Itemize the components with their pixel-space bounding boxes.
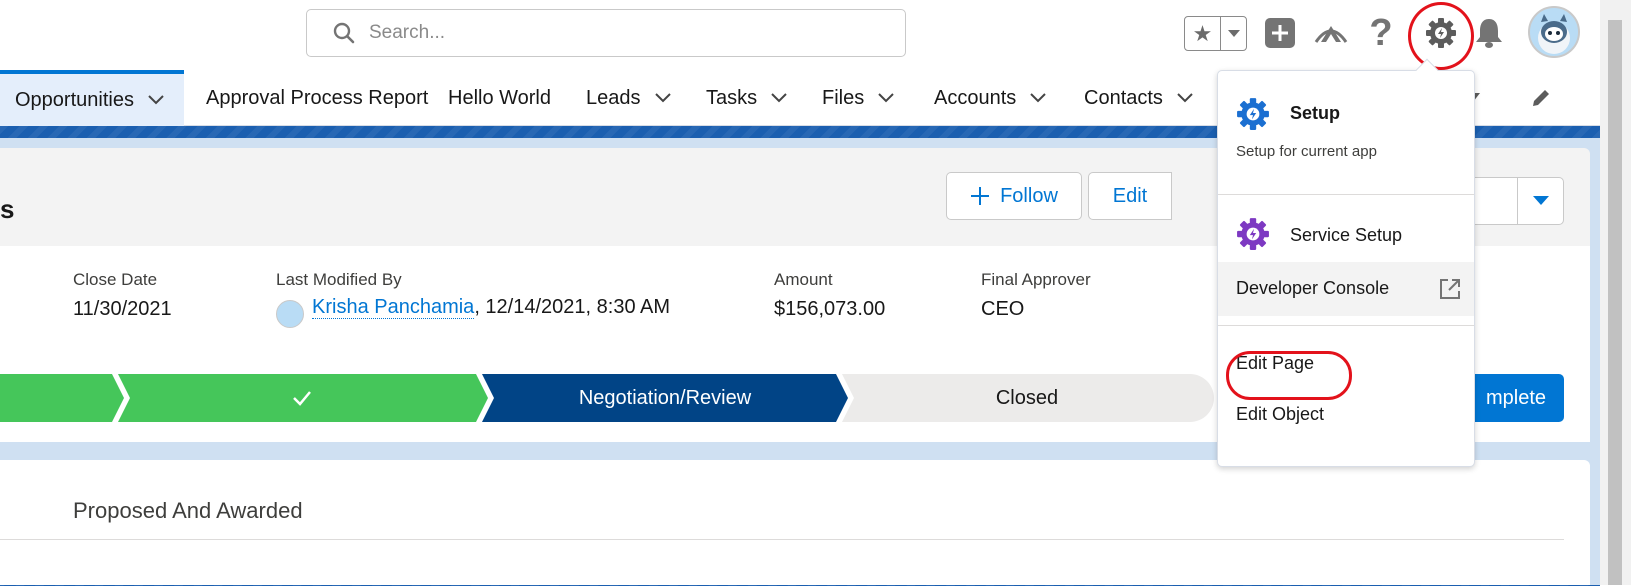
tab-label: Accounts: [934, 86, 1017, 109]
chevron-down-icon[interactable]: [148, 95, 164, 105]
close-date-value: 11/30/2021: [73, 298, 172, 320]
tab-contacts[interactable]: Contacts: [1084, 70, 1193, 126]
tab-hello-world[interactable]: Hello World: [448, 70, 551, 126]
tab-leads[interactable]: Leads: [586, 70, 671, 126]
avatar: [276, 300, 304, 328]
path-closed-label: Closed: [995, 386, 1059, 409]
plus-icon: [1265, 18, 1295, 48]
section-divider: [0, 539, 1564, 540]
favorites-list-button[interactable]: [1221, 17, 1246, 50]
complete-label: mplete: [1485, 386, 1547, 409]
tab-label: Contacts: [1084, 86, 1163, 109]
last-modified-user-link[interactable]: Krisha Panchamia: [312, 296, 475, 319]
trailhead-button[interactable]: [1312, 14, 1350, 52]
amount-label: Amount: [774, 270, 833, 289]
last-modified-time: , 12/14/2021, 8:30 AM: [474, 296, 671, 318]
chevron-down-icon[interactable]: [771, 93, 787, 103]
edit-nav-button[interactable]: [1530, 70, 1552, 126]
path-step-completed-2[interactable]: [118, 374, 488, 422]
follow-label: Follow: [1000, 184, 1058, 207]
tab-opportunities[interactable]: Opportunities: [0, 70, 184, 126]
annotation-circle-gear: [1408, 2, 1474, 70]
setup-subtitle: Setup for current app: [1236, 143, 1377, 160]
tab-label: Leads: [586, 86, 641, 109]
tab-accounts[interactable]: Accounts: [934, 70, 1046, 126]
gear-icon: [1237, 218, 1269, 250]
chevron-down-icon[interactable]: [1177, 93, 1193, 103]
bell-icon: [1476, 19, 1502, 48]
setup-menu: Setup Setup for current app Service Setu…: [1217, 70, 1475, 467]
chevron-down-icon: [1532, 196, 1549, 205]
path-current-label: Negotiation/Review: [578, 386, 752, 409]
service-setup-label: Service Setup: [1290, 225, 1403, 245]
path-step-completed-1[interactable]: [0, 374, 124, 422]
menu-divider: [1218, 194, 1474, 195]
favorites-group: ★: [1184, 16, 1247, 51]
help-icon: ?: [1369, 12, 1393, 54]
setup-menu-item[interactable]: Setup: [1236, 97, 1456, 133]
tab-files[interactable]: Files: [822, 70, 894, 126]
developer-console-item[interactable]: Developer Console: [1218, 262, 1474, 316]
last-modified-value: Krisha Panchamia, 12/14/2021, 8:30 AM: [312, 296, 670, 319]
tab-label: Approval Process Report: [206, 86, 429, 109]
tab-approval-process-report[interactable]: Approval Process Report: [206, 70, 428, 126]
tab-label: Opportunities: [15, 88, 134, 111]
scrollbar-thumb[interactable]: [1608, 20, 1622, 585]
final-approver-value: CEO: [981, 298, 1025, 320]
final-approver-label: Final Approver: [981, 270, 1091, 289]
service-setup-item[interactable]: Service Setup: [1236, 217, 1456, 253]
tab-label: Hello World: [448, 86, 551, 109]
section-title: Proposed And Awarded: [73, 498, 303, 523]
record-title: s: [0, 194, 15, 224]
global-actions-button[interactable]: [1261, 14, 1299, 52]
last-modified-label: Last Modified By: [276, 270, 402, 289]
plus-icon: [971, 187, 990, 205]
chevron-down-icon[interactable]: [878, 93, 894, 103]
developer-console-label: Developer Console: [1236, 278, 1390, 298]
user-avatar[interactable]: [1528, 6, 1580, 58]
help-button[interactable]: ?: [1362, 14, 1400, 52]
notifications-button[interactable]: [1470, 14, 1508, 52]
edit-object-item[interactable]: Edit Object: [1236, 404, 1456, 425]
tab-label: Tasks: [706, 86, 758, 109]
global-header: Search... ★ ?: [0, 0, 1600, 70]
pencil-icon: [1533, 90, 1549, 106]
edit-label: Edit: [1112, 184, 1148, 207]
chevron-down-icon[interactable]: [1030, 93, 1046, 103]
chevron-down-icon[interactable]: [654, 93, 671, 103]
amount-value: $156,073.00: [774, 298, 886, 320]
close-date-label: Close Date: [73, 270, 158, 289]
star-icon[interactable]: ★: [1185, 17, 1221, 50]
global-search[interactable]: Search...: [306, 9, 906, 57]
search-placeholder: Search...: [369, 22, 446, 43]
tab-label: Files: [822, 86, 865, 109]
external-link-icon: [1440, 279, 1460, 299]
avatar: [1538, 14, 1570, 54]
edit-button[interactable]: Edit: [1088, 172, 1172, 220]
annotation-circle-edit-page: [1226, 351, 1352, 400]
chevron-down-icon: [1227, 29, 1240, 37]
trailhead-icon: [1314, 26, 1348, 43]
search-icon: [333, 22, 355, 44]
setup-title: Setup: [1290, 103, 1341, 123]
more-actions-button[interactable]: [1517, 178, 1563, 224]
menu-divider: [1218, 325, 1474, 326]
tab-tasks[interactable]: Tasks: [706, 70, 787, 126]
follow-button[interactable]: Follow: [946, 172, 1082, 220]
gear-icon: [1237, 98, 1269, 130]
